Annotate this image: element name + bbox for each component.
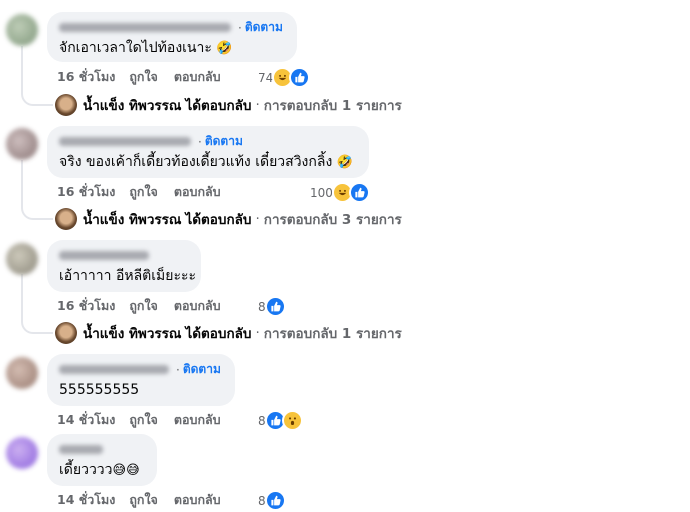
reaction-summary[interactable]: 100 (310, 182, 370, 203)
comment-text: เอ้าาาาา อีหลีติเม็ยะะะ (59, 268, 197, 284)
reaction-summary[interactable]: 8 (258, 410, 303, 431)
view-replies-link[interactable]: น้ำแข็ง ทิพวรรณ ได้ตอบกลับ · การตอบกลับ … (55, 321, 402, 345)
comment-text: 555555555 (59, 382, 140, 398)
reaction-summary[interactable]: 74 (258, 67, 311, 88)
commenter-name[interactable] (59, 445, 103, 454)
reply-connector (21, 194, 53, 220)
like-button[interactable]: ถูกใจ (129, 490, 158, 510)
reply-button[interactable]: ตอบกลับ (174, 67, 221, 87)
view-replies-link[interactable]: น้ำแข็ง ทิพวรรณ ได้ตอบกลับ · การตอบกลับ … (55, 93, 402, 117)
reply-count: การตอบกลับ 1 รายการ (263, 98, 402, 114)
commenter-name[interactable] (59, 137, 191, 146)
comment-bubble: · ติดตาม 555555555 (47, 354, 235, 406)
like-button[interactable]: ถูกใจ (129, 296, 158, 316)
rofl-emoji: 🤣 (216, 41, 233, 56)
comment-text: เดี้ยวววว😅😅 (59, 462, 140, 478)
wow-icon (281, 410, 303, 431)
reply-connector (21, 80, 53, 106)
comment-actions: 14 ชั่วโมง ถูกใจ ตอบกลับ (57, 411, 237, 429)
view-replies-link[interactable]: น้ำแข็ง ทิพวรรณ ได้ตอบกลับ · การตอบกลับ … (55, 207, 402, 231)
reaction-count: 100 (310, 185, 333, 200)
commenter-name[interactable] (59, 23, 231, 32)
follow-link[interactable]: ติดตาม (183, 360, 221, 379)
reaction-summary[interactable]: 8 (258, 490, 286, 511)
like-icon (264, 296, 286, 317)
reply-avatar (55, 208, 77, 230)
reply-button[interactable]: ตอบกลับ (174, 490, 221, 510)
avatar[interactable] (6, 243, 38, 275)
like-icon (348, 182, 370, 203)
reply-button[interactable]: ตอบกลับ (174, 182, 221, 202)
timestamp[interactable]: 16 ชั่วโมง (57, 182, 115, 202)
commenter-name[interactable] (59, 365, 169, 374)
like-icon (264, 490, 286, 511)
reply-author: น้ำแข็ง ทิพวรรณ (83, 212, 182, 228)
comment-text: จริง ของเค้าก็เดี้ยวท้องเดี้ยวแท้ง เดี๋ย… (59, 154, 353, 170)
timestamp[interactable]: 16 ชั่วโมง (57, 296, 115, 316)
follow-link[interactable]: ติดตาม (205, 132, 243, 151)
comment-bubble: เอ้าาาาา อีหลีติเม็ยะะะ (47, 240, 201, 292)
reply-count: การตอบกลับ 3 รายการ (263, 212, 402, 228)
comment-bubble: เดี้ยวววว😅😅 (47, 434, 157, 486)
like-button[interactable]: ถูกใจ (129, 410, 158, 430)
reaction-count: 74 (258, 70, 274, 85)
comment-actions: 16 ชั่วโมง ถูกใจ ตอบกลับ (57, 68, 237, 86)
reply-avatar (55, 322, 77, 344)
reply-button[interactable]: ตอบกลับ (174, 296, 221, 316)
sweat-smile-emoji: 😅😅 (112, 463, 140, 478)
reply-author: น้ำแข็ง ทิพวรรณ (83, 326, 182, 342)
avatar[interactable] (6, 357, 38, 389)
timestamp[interactable]: 16 ชั่วโมง (57, 67, 115, 87)
comment-text: จักเอาเวลาใดไปท้องเนาะ 🤣 (59, 40, 233, 56)
reply-avatar (55, 94, 77, 116)
comment-bubble: · ติดตาม จริง ของเค้าก็เดี้ยวท้องเดี้ยวแ… (47, 126, 369, 178)
commenter-name[interactable] (59, 251, 149, 260)
like-icon (289, 67, 311, 88)
reply-count: การตอบกลับ 1 รายการ (263, 326, 402, 342)
reply-author: น้ำแข็ง ทิพวรรณ (83, 98, 182, 114)
avatar[interactable] (6, 437, 38, 469)
rofl-emoji: 🤣 (336, 155, 353, 170)
reply-button[interactable]: ตอบกลับ (174, 410, 221, 430)
comment-actions: 16 ชั่วโมง ถูกใจ ตอบกลับ (57, 183, 237, 201)
reply-connector (21, 308, 53, 334)
reaction-summary[interactable]: 8 (258, 296, 286, 317)
timestamp[interactable]: 14 ชั่วโมง (57, 410, 115, 430)
comment-actions: 14 ชั่วโมง ถูกใจ ตอบกลับ (57, 491, 237, 509)
like-button[interactable]: ถูกใจ (129, 67, 158, 87)
avatar[interactable] (6, 128, 38, 160)
like-button[interactable]: ถูกใจ (129, 182, 158, 202)
comment-bubble: · ติดตาม จักเอาเวลาใดไปท้องเนาะ 🤣 (47, 12, 297, 62)
follow-link[interactable]: ติดตาม (245, 18, 283, 37)
timestamp[interactable]: 14 ชั่วโมง (57, 490, 115, 510)
comment-actions: 16 ชั่วโมง ถูกใจ ตอบกลับ (57, 297, 237, 315)
avatar[interactable] (6, 14, 38, 46)
